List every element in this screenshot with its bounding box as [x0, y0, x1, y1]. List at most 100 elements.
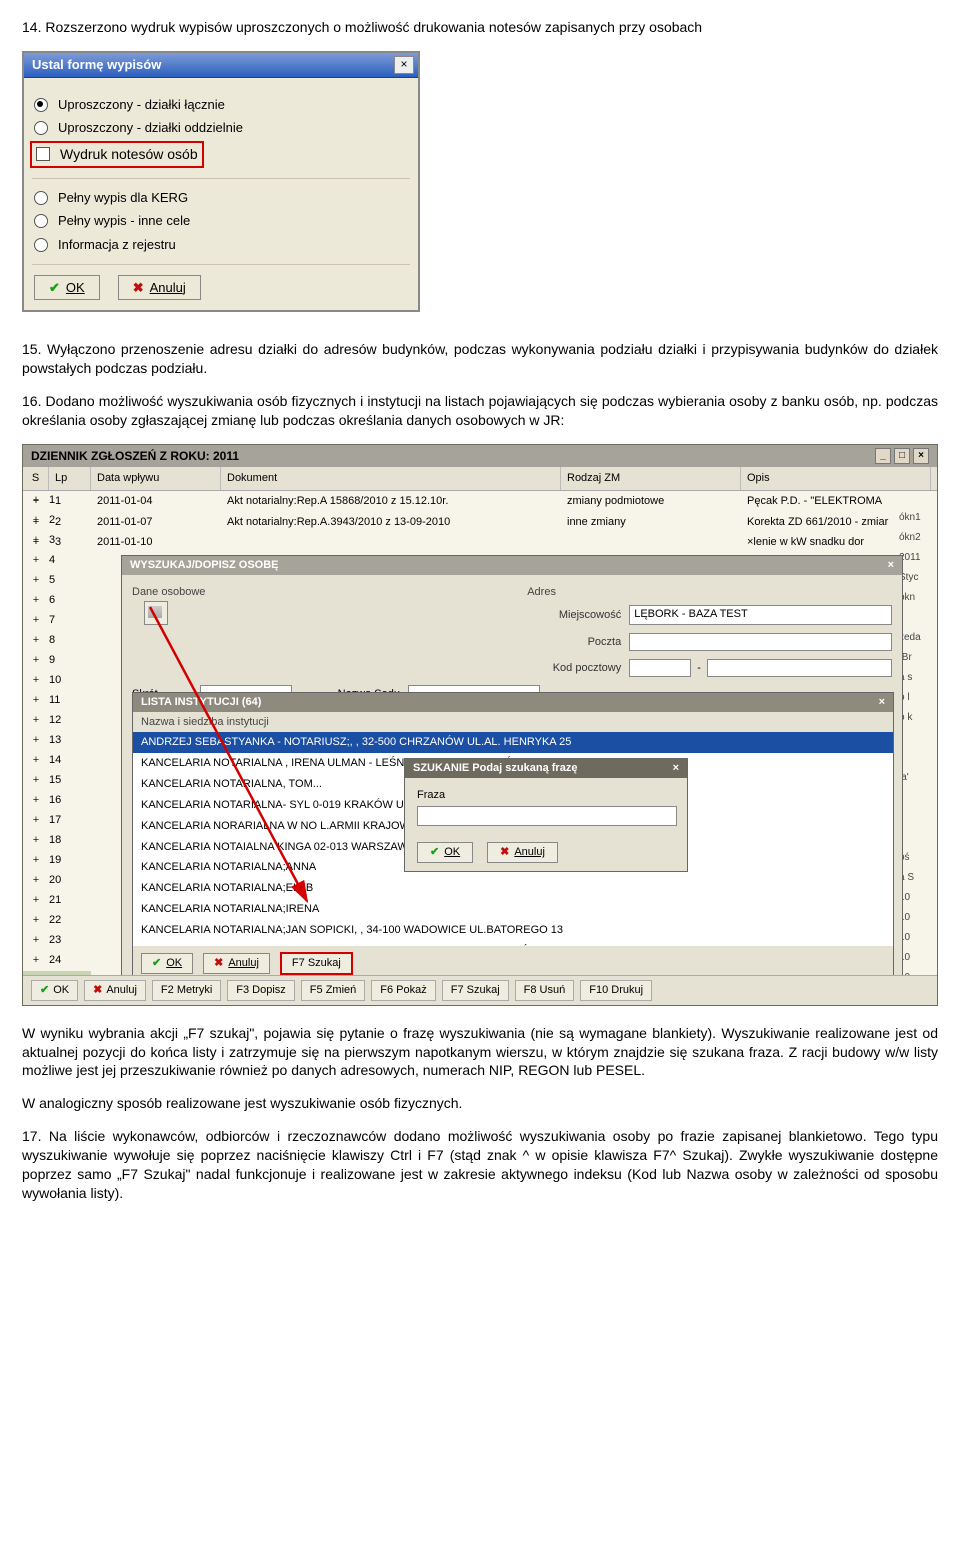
toolbar-button[interactable]: F5 Zmień: [301, 980, 365, 1001]
clipped-text: 10: [897, 931, 937, 951]
table-row[interactable]: +32011-01-10×lenie w kW snadku dor: [23, 532, 937, 553]
toolbar-button[interactable]: ✔OK: [31, 980, 78, 1001]
row-marker: +7: [23, 611, 91, 631]
row-marker: +24: [23, 951, 91, 971]
input-miejscowosc[interactable]: LĘBORK - BAZA TEST: [629, 605, 892, 625]
input-poczta[interactable]: [629, 633, 892, 651]
toolbar-button[interactable]: F7 Szukaj: [442, 980, 509, 1001]
clipped-text: Styc: [897, 571, 937, 591]
row-marker: +23: [23, 931, 91, 951]
window-titlebar: DZIENNIK ZGŁOSZEŃ Z ROKU: 2011 _ □ ×: [23, 445, 937, 467]
input-fraza[interactable]: [417, 806, 677, 826]
row-marker: +6: [23, 591, 91, 611]
list-item[interactable]: KANCELARIA NOTARIALNA;ELZB: [133, 878, 893, 899]
cancel-button[interactable]: ✖Anuluj: [118, 275, 201, 301]
row-marker: +5: [23, 571, 91, 591]
col-rodzaj: Rodzaj ZM: [561, 467, 741, 490]
para-14: 14. Rozszerzono wydruk wypisów uproszczo…: [22, 18, 938, 37]
table-row[interactable]: +22011-01-07Akt notarialny:Rep.A.3943/20…: [23, 512, 937, 533]
radio-pelny-inne[interactable]: Pełny wypis - inne cele: [34, 212, 408, 230]
modal-title: LISTA INSTYTUCJI (64): [141, 695, 261, 710]
row-marker: +22: [23, 911, 91, 931]
checkbox-wydruk-notesow[interactable]: Wydruk notesów osób: [30, 141, 204, 168]
close-icon[interactable]: ×: [673, 761, 679, 776]
f7-szukaj-button[interactable]: F7 Szukaj: [280, 952, 353, 975]
col-data: Data wpływu: [91, 467, 221, 490]
modal-szukanie-fraza: SZUKANIE Podaj szukaną frazę× Fraza ✔OK …: [404, 758, 688, 872]
radio-icon: [34, 238, 48, 252]
row-marker: +12: [23, 711, 91, 731]
radio-pelny-kerg[interactable]: Pełny wypis dla KERG: [34, 189, 408, 207]
lookup-button[interactable]: [144, 601, 168, 625]
toolbar-button[interactable]: ✖Anuluj: [84, 980, 146, 1001]
dialog-titlebar: Ustal formę wypisów ×: [24, 53, 418, 78]
close-icon[interactable]: ×: [879, 695, 885, 710]
clipped-text: o k: [897, 711, 937, 731]
col-s: S: [23, 467, 49, 490]
close-icon[interactable]: ×: [394, 56, 414, 74]
row-marker: +21: [23, 891, 91, 911]
modal-wyszukaj-osobe: WYSZUKAJ/DOPISZ OSOBĘ× Dane osobowe Adre…: [121, 555, 903, 1006]
para-after-1: W wyniku wybrania akcji „F7 szukaj", poj…: [22, 1024, 938, 1081]
checkbox-icon: [36, 147, 50, 161]
dialog-title-text: Ustal formę wypisów: [32, 56, 161, 74]
ok-button[interactable]: ✔OK: [141, 953, 193, 974]
row-marker: +2: [23, 511, 91, 531]
radio-uproszczony-lacznie[interactable]: Uproszczony - działki łącznie: [34, 96, 408, 114]
col-lp: Lp: [49, 467, 91, 490]
table-row[interactable]: +12011-01-04Akt notarialny:Rep.A 15868/2…: [23, 491, 937, 512]
row-marker: +8: [23, 631, 91, 651]
clipped-text: .Br: [897, 651, 937, 671]
cross-icon: ✖: [133, 279, 144, 297]
row-marker: +16: [23, 791, 91, 811]
radio-uproszczony-oddzielnie[interactable]: Uproszczony - działki oddzielnie: [34, 119, 408, 137]
minimize-icon[interactable]: _: [875, 448, 891, 464]
row-marker: +1: [23, 491, 91, 511]
row-marker: +10: [23, 671, 91, 691]
close-icon[interactable]: ×: [913, 448, 929, 464]
row-marker: +3: [23, 531, 91, 551]
row-marker: +17: [23, 811, 91, 831]
cancel-button[interactable]: ✖Anuluj: [203, 953, 270, 974]
toolbar-button[interactable]: F8 Usuń: [515, 980, 575, 1001]
radio-icon: [34, 191, 48, 205]
para-15: 15. Wyłączono przenoszenie adresu działk…: [22, 340, 938, 378]
row-marker: +13: [23, 731, 91, 751]
input-kod[interactable]: [629, 659, 691, 677]
clipped-text: [897, 811, 937, 831]
list-item[interactable]: KANCELARIA NOTARIALNA;JAN SOPICKI, , 34-…: [133, 920, 893, 941]
cancel-button[interactable]: ✖Anuluj: [487, 842, 558, 863]
toolbar-button[interactable]: F3 Dopisz: [227, 980, 295, 1001]
toolbar-button[interactable]: F10 Drukuj: [580, 980, 652, 1001]
maximize-icon[interactable]: □: [894, 448, 910, 464]
list-item[interactable]: KANCELARIA NOTARIALNA;IRENA: [133, 899, 893, 920]
ok-button[interactable]: ✔OK: [34, 275, 100, 301]
clipped-text: ia': [897, 771, 937, 791]
toolbar-button[interactable]: F6 Pokaż: [371, 980, 435, 1001]
divider: [32, 178, 410, 179]
input-kod2[interactable]: [707, 659, 892, 677]
close-icon[interactable]: ×: [888, 558, 894, 573]
modal-title: SZUKANIE Podaj szukaną frazę: [413, 761, 577, 776]
clipped-text: [897, 611, 937, 631]
clipped-text: oś: [897, 851, 937, 871]
list-item[interactable]: ANDRZEJ SEBASTYANKA - NOTARIUSZ;, , 32-5…: [133, 732, 893, 753]
ok-button[interactable]: ✔OK: [417, 842, 473, 863]
clipped-text: okn: [897, 591, 937, 611]
dialog-ustal-forme: Ustal formę wypisów × Uproszczony - dzia…: [22, 51, 420, 312]
divider: [32, 264, 410, 265]
row-marker: +18: [23, 831, 91, 851]
list-header: Nazwa i siedziba instytucji: [133, 712, 893, 733]
row-marker: +20: [23, 871, 91, 891]
group-dane-osobowe: Dane osobowe: [132, 585, 497, 600]
clipped-text: ókn2: [897, 531, 937, 551]
row-marker: +4: [23, 551, 91, 571]
group-adres: Adres: [527, 585, 892, 600]
clipped-text: ókn1: [897, 511, 937, 531]
row-marker: +11: [23, 691, 91, 711]
row-marker: +15: [23, 771, 91, 791]
toolbar-button[interactable]: F2 Metryki: [152, 980, 221, 1001]
radio-informacja-rejestru[interactable]: Informacja z rejestru: [34, 236, 408, 254]
clipped-text: [897, 791, 937, 811]
label-miejscowosc: Miejscowość: [527, 608, 621, 623]
